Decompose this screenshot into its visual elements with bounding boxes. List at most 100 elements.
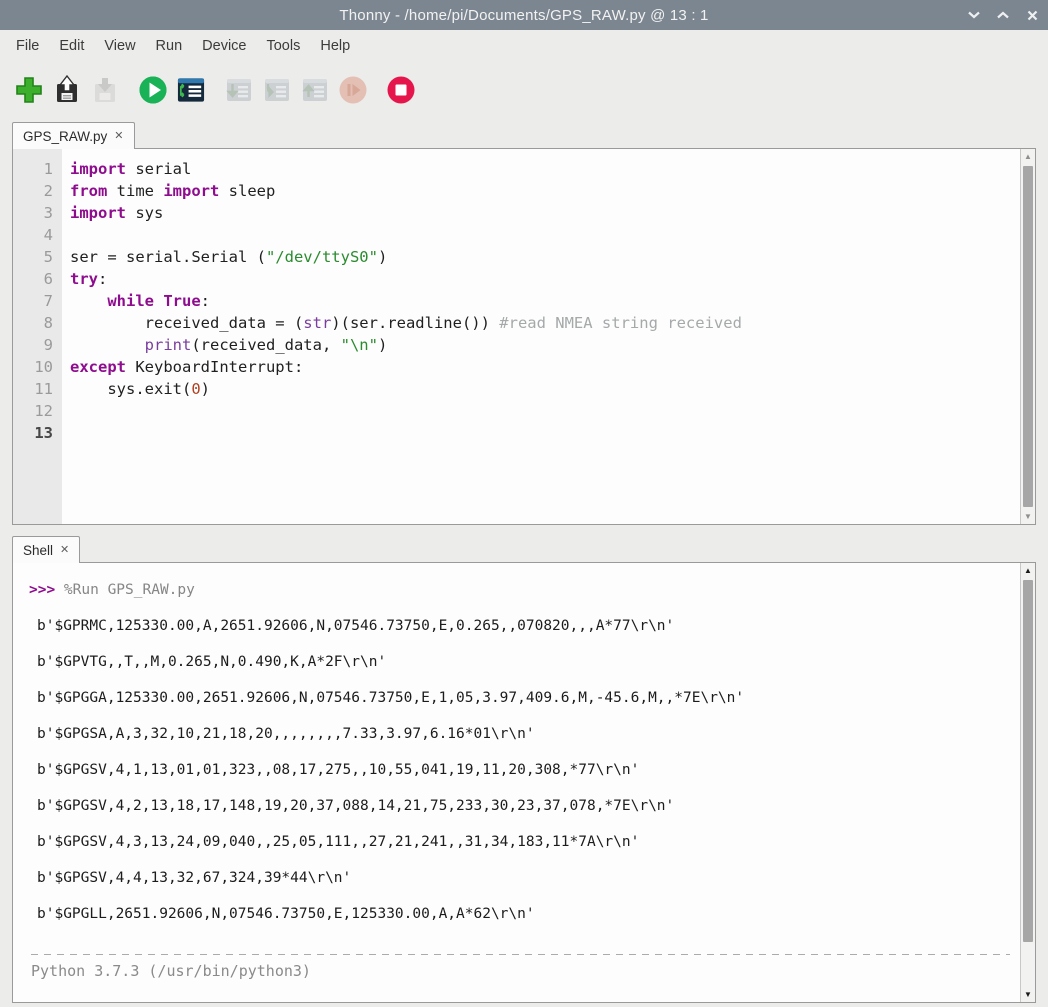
- save-file-button: [90, 75, 120, 105]
- line-number: 10: [13, 356, 53, 378]
- shell-output-line: b'$GPGSV,4,4,13,32,67,324,39*44\r\n': [29, 869, 1020, 887]
- plus-icon: [14, 75, 44, 105]
- code-line: [70, 422, 1020, 444]
- restart-separator: [31, 954, 1010, 955]
- step-out-icon: [300, 75, 330, 105]
- chevron-down-icon: [968, 11, 980, 19]
- title-bar: Thonny - /home/pi/Documents/GPS_RAW.py @…: [0, 0, 1048, 30]
- toolbar: [0, 62, 1048, 118]
- line-number: 11: [13, 378, 53, 400]
- menu-item-device[interactable]: Device: [192, 33, 256, 59]
- shell-scroll-up-icon[interactable]: ▲: [1021, 563, 1035, 578]
- menu-item-help[interactable]: Help: [310, 33, 360, 59]
- shell-output-line: b'$GPGGA,125330.00,2651.92606,N,07546.73…: [29, 689, 1020, 707]
- editor-panel: 12345678910111213 import serialfrom time…: [12, 148, 1036, 525]
- menu-item-edit[interactable]: Edit: [49, 33, 94, 59]
- minimize-button[interactable]: [966, 7, 982, 23]
- shell-output-line: b'$GPGSA,A,3,32,10,21,18,20,,,,,,,,7.33,…: [29, 725, 1020, 743]
- stop-square-icon: [386, 75, 416, 105]
- shell-tab-label: Shell: [23, 543, 53, 558]
- shell-output-area[interactable]: >>> %Run GPS_RAW.py b'$GPRMC,125330.00,A…: [13, 563, 1020, 1002]
- floppy-down-arrow-icon: [90, 75, 120, 105]
- menu-item-run[interactable]: Run: [146, 33, 193, 59]
- line-number: 4: [13, 224, 53, 246]
- stop-button[interactable]: [386, 75, 416, 105]
- step-over-button: [224, 75, 254, 105]
- chevron-up-icon: [997, 11, 1009, 19]
- shell-scroll-down-icon[interactable]: ▼: [1021, 987, 1035, 1002]
- shell-prompt-line: >>> %Run GPS_RAW.py: [29, 581, 1020, 599]
- shell-panel: >>> %Run GPS_RAW.py b'$GPRMC,125330.00,A…: [12, 562, 1036, 1003]
- shell-command: %Run GPS_RAW.py: [64, 582, 195, 598]
- shell-outputs: b'$GPRMC,125330.00,A,2651.92606,N,07546.…: [29, 617, 1020, 923]
- editor-scroll-down-icon[interactable]: ▼: [1021, 509, 1035, 524]
- code-line: import sys: [70, 202, 1020, 224]
- code-line: from time import sleep: [70, 180, 1020, 202]
- shell-scroll-thumb[interactable]: [1023, 580, 1033, 942]
- line-number: 2: [13, 180, 53, 202]
- shell-prompt: >>>: [29, 582, 64, 598]
- editor-scrollbar: ▲ ▼: [1020, 149, 1035, 524]
- shell-output-line: b'$GPVTG,,T,,M,0.265,N,0.490,K,A*2F\r\n': [29, 653, 1020, 671]
- step-out-button: [300, 75, 330, 105]
- shell-output-line: b'$GPGSV,4,1,13,01,01,323,,08,17,275,,10…: [29, 761, 1020, 779]
- new-file-button[interactable]: [14, 75, 44, 105]
- step-into-icon: [262, 75, 292, 105]
- tab-editor[interactable]: GPS_RAW.py ✕: [12, 122, 135, 149]
- shell-blank-line: [29, 599, 1020, 617]
- line-number: 6: [13, 268, 53, 290]
- line-number: 8: [13, 312, 53, 334]
- interpreter-banner: Python 3.7.3 (/usr/bin/python3): [29, 962, 1020, 980]
- line-number: 9: [13, 334, 53, 356]
- close-icon: [1027, 10, 1038, 21]
- code-line: received_data = (str)(ser.readline()) #r…: [70, 312, 1020, 334]
- line-number: 5: [13, 246, 53, 268]
- shell-scrollbar: ▲ ▼: [1020, 563, 1035, 1002]
- code-line: print(received_data, "\n"): [70, 334, 1020, 356]
- floppy-up-arrow-icon: [52, 75, 82, 105]
- run-button[interactable]: [138, 75, 168, 105]
- line-number: 7: [13, 290, 53, 312]
- code-line: import serial: [70, 158, 1020, 180]
- code-line: sys.exit(0): [70, 378, 1020, 400]
- code-line: [70, 224, 1020, 246]
- shell-output-line: b'$GPRMC,125330.00,A,2651.92606,N,07546.…: [29, 617, 1020, 635]
- debug-button[interactable]: [176, 75, 206, 105]
- line-number: 12: [13, 400, 53, 422]
- line-number: 1: [13, 158, 53, 180]
- maximize-button[interactable]: [995, 7, 1011, 23]
- tab-shell[interactable]: Shell ✕: [12, 536, 80, 563]
- editor-tab-label: GPS_RAW.py: [23, 129, 107, 144]
- code-line: [70, 400, 1020, 422]
- code-line: while True:: [70, 290, 1020, 312]
- editor-tab-close-icon[interactable]: ✕: [114, 131, 123, 142]
- code-line: except KeyboardInterrupt:: [70, 356, 1020, 378]
- window-controls: [966, 0, 1040, 30]
- menu-item-view[interactable]: View: [94, 33, 145, 59]
- shell-tab-close-icon[interactable]: ✕: [60, 545, 69, 556]
- window-title: Thonny - /home/pi/Documents/GPS_RAW.py @…: [339, 7, 708, 24]
- menu-item-file[interactable]: File: [6, 33, 49, 59]
- code-area[interactable]: import serialfrom time import sleepimpor…: [62, 149, 1020, 524]
- code-line: ser = serial.Serial ("/dev/ttyS0"): [70, 246, 1020, 268]
- thonny-window: Thonny - /home/pi/Documents/GPS_RAW.py @…: [0, 0, 1048, 1007]
- shell-output-line: b'$GPGSV,4,3,13,24,09,040,,25,05,111,,27…: [29, 833, 1020, 851]
- open-file-button[interactable]: [52, 75, 82, 105]
- close-window-button[interactable]: [1024, 7, 1040, 23]
- shell-output-line: b'$GPGLL,2651.92606,N,07546.73750,E,1253…: [29, 905, 1020, 923]
- editor-scroll-up-icon[interactable]: ▲: [1021, 149, 1035, 164]
- resume-button: [338, 75, 368, 105]
- code-line: try:: [70, 268, 1020, 290]
- menu-item-tools[interactable]: Tools: [256, 33, 310, 59]
- step-over-icon: [224, 75, 254, 105]
- resume-play-icon: [338, 75, 368, 105]
- line-number: 3: [13, 202, 53, 224]
- shell-output-line: b'$GPGSV,4,2,13,18,17,148,19,20,37,088,1…: [29, 797, 1020, 815]
- play-icon: [138, 75, 168, 105]
- line-number-gutter: 12345678910111213: [13, 149, 62, 524]
- menu-bar: FileEditViewRunDeviceToolsHelp: [0, 30, 1048, 62]
- step-into-button: [262, 75, 292, 105]
- debug-list-icon: [176, 75, 206, 105]
- editor-scroll-thumb[interactable]: [1023, 166, 1033, 507]
- line-number: 13: [13, 422, 53, 444]
